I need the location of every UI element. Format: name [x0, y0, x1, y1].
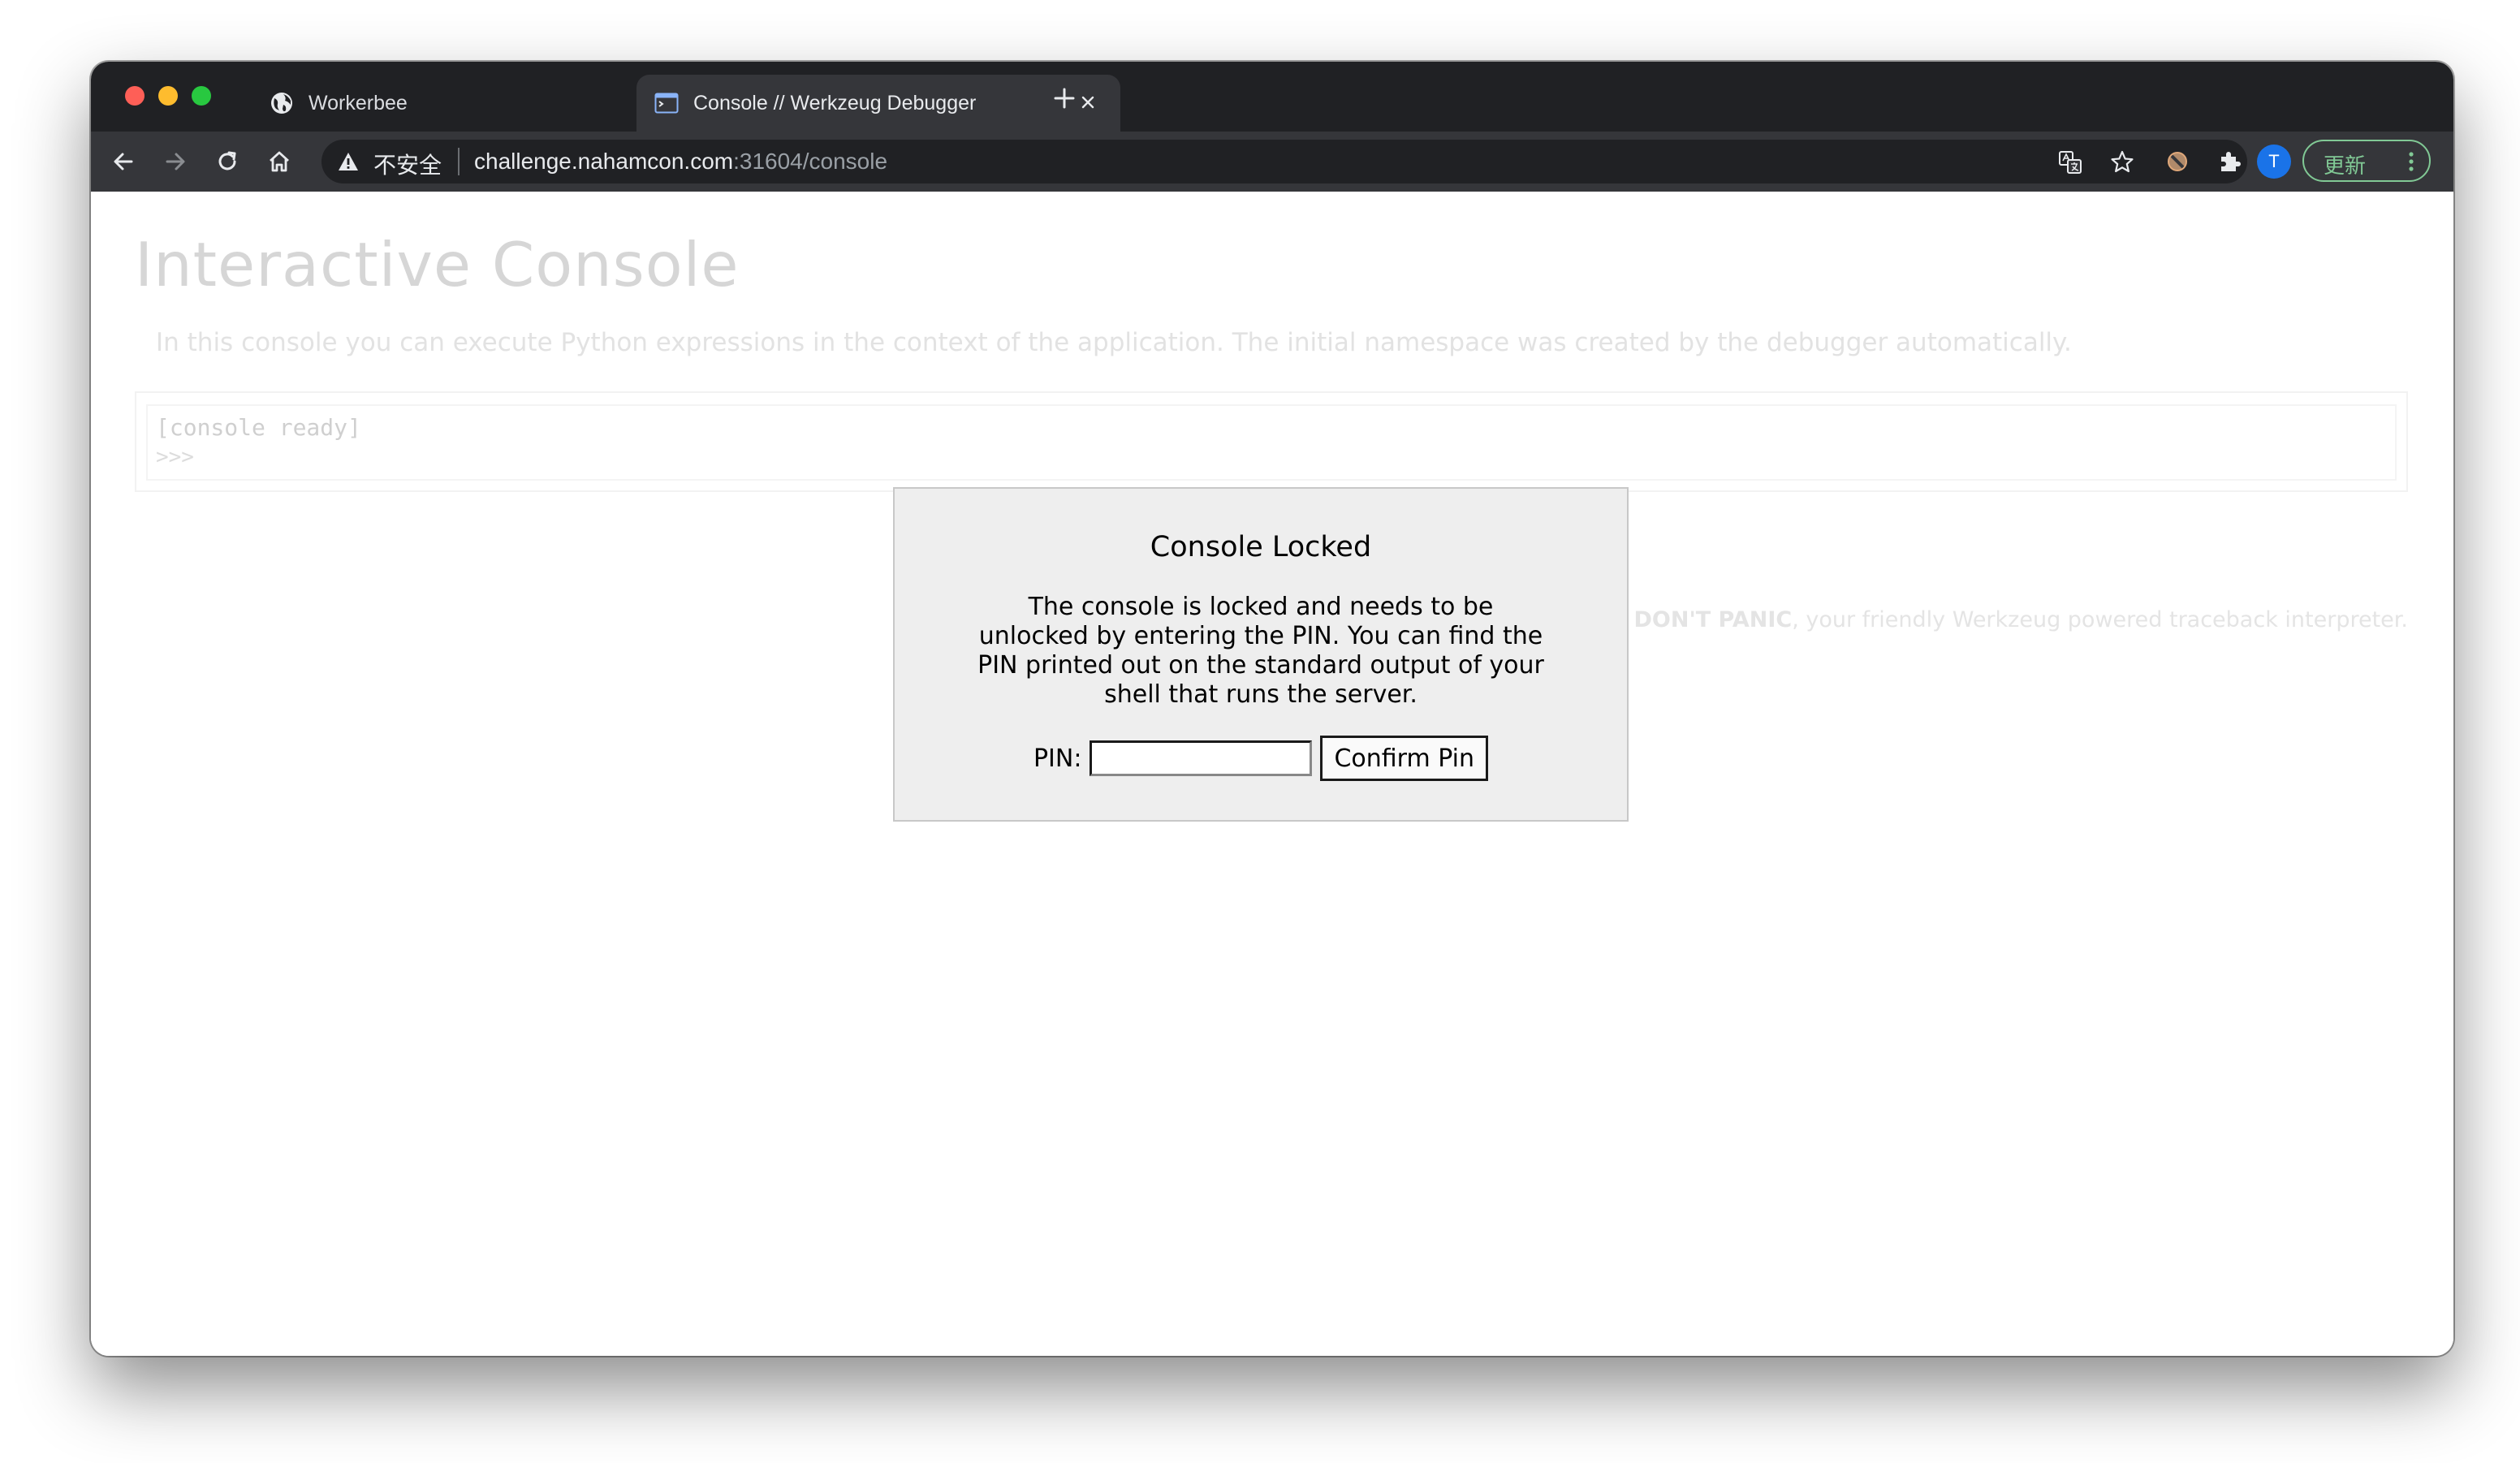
- terminal-icon: [654, 93, 679, 114]
- confirm-pin-button[interactable]: Confirm Pin: [1320, 736, 1489, 781]
- reload-icon[interactable]: [213, 147, 242, 176]
- profile-avatar[interactable]: T: [2257, 145, 2291, 179]
- home-icon[interactable]: [265, 147, 294, 176]
- update-button[interactable]: 更新: [2302, 140, 2431, 182]
- console-box: [console ready] >>>: [135, 391, 2408, 492]
- warning-icon[interactable]: [338, 151, 359, 172]
- page-content: Interactive Console In this console you …: [91, 192, 2453, 1356]
- console-ready-line: [console ready]: [156, 414, 361, 441]
- console-locked-dialog: Console Locked The console is locked and…: [893, 487, 1629, 822]
- console-prompt[interactable]: >>>: [156, 445, 194, 469]
- more-menu-icon[interactable]: [2408, 151, 2414, 172]
- update-label: 更新: [2324, 153, 2367, 178]
- footer-text: by DON'T PANIC, your friendly Werkzeug p…: [1600, 607, 2408, 632]
- dialog-title: Console Locked: [1150, 531, 1372, 563]
- dialog-message: The console is locked and needs to be un…: [977, 593, 1544, 709]
- url-path: :31604/console: [733, 149, 888, 174]
- tab-console[interactable]: Console // Werkzeug Debugger: [636, 75, 1120, 132]
- pin-form: PIN: Confirm Pin: [895, 736, 1627, 781]
- omnibox-divider: [458, 148, 460, 175]
- maximize-window-button[interactable]: [192, 86, 211, 106]
- console-output[interactable]: [console ready] >>>: [146, 404, 2397, 481]
- security-label[interactable]: 不安全: [373, 148, 442, 180]
- close-window-button[interactable]: [125, 86, 145, 106]
- pin-label: PIN:: [1033, 744, 1082, 773]
- address-bar[interactable]: 不安全 challenge.nahamcon.com:31604/console: [321, 140, 2247, 183]
- close-tab-icon[interactable]: [1078, 93, 1098, 112]
- tab-title: Console // Werkzeug Debugger: [693, 91, 977, 114]
- footer-suffix: , your friendly Werkzeug powered traceba…: [1792, 607, 2408, 632]
- url-text[interactable]: challenge.nahamcon.com:31604/console: [474, 149, 887, 175]
- footer-bold: DON'T PANIC: [1633, 607, 1793, 632]
- pin-input[interactable]: [1090, 740, 1313, 776]
- minimize-window-button[interactable]: [158, 86, 178, 106]
- page-title: Interactive Console: [135, 229, 740, 300]
- browser-toolbar: 不安全 challenge.nahamcon.com:31604/console…: [91, 132, 2453, 192]
- extension-shield-icon[interactable]: [2163, 147, 2192, 176]
- translate-icon[interactable]: [2057, 149, 2083, 175]
- tab-strip: Workerbee Console // Werkzeug Debugger: [91, 62, 2453, 132]
- tab-title: Workerbee: [309, 91, 408, 114]
- extensions-puzzle-icon[interactable]: [2215, 147, 2244, 176]
- bookmark-star-icon[interactable]: [2109, 149, 2135, 175]
- page-intro: In this console you can execute Python e…: [156, 328, 2072, 357]
- forward-icon[interactable]: [161, 147, 190, 176]
- back-icon[interactable]: [109, 147, 138, 176]
- url-host: challenge.nahamcon.com: [474, 149, 734, 174]
- new-tab-icon[interactable]: [1052, 86, 1077, 110]
- browser-window: Workerbee Console // Werkzeug Debugger 不…: [91, 62, 2453, 1356]
- globe-icon: [271, 93, 292, 114]
